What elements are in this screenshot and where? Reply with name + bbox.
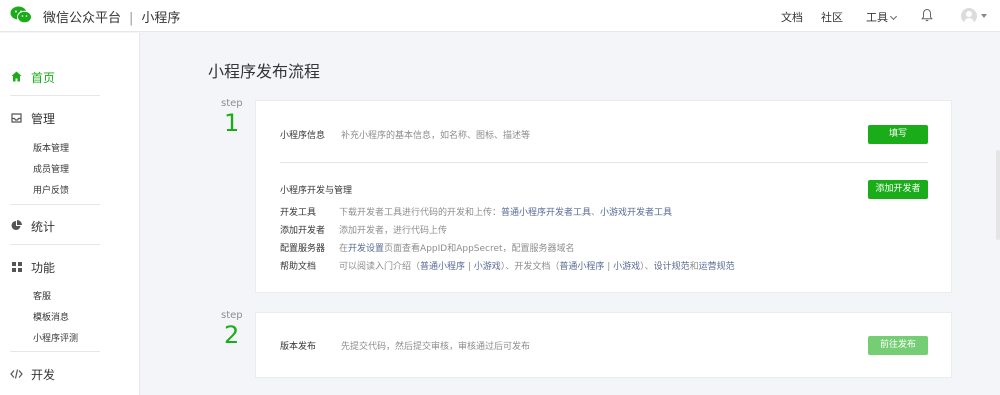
nav-tools-label: 工具 bbox=[866, 11, 888, 24]
docs-game-link[interactable]: 小游戏 bbox=[613, 262, 640, 272]
product-name: 小程序 bbox=[141, 11, 181, 26]
go-release-button[interactable]: 前往发布 bbox=[868, 336, 928, 355]
avatar-icon[interactable] bbox=[961, 8, 977, 24]
scrollbar[interactable] bbox=[996, 150, 1000, 240]
sidebar-divider bbox=[10, 244, 100, 245]
sidebar-item-dev[interactable]: 开发 bbox=[10, 366, 55, 383]
dev-tools-desc: 下载开发者工具进行代码的开发和上传： bbox=[339, 208, 502, 218]
operation-guide-link[interactable]: 运营规范 bbox=[699, 262, 735, 272]
mini-program-info-label: 小程序信息 bbox=[280, 131, 326, 141]
sidebar-item-label: 功能 bbox=[31, 261, 56, 275]
chevron-down-icon bbox=[889, 12, 898, 21]
nav-tools[interactable]: 工具 bbox=[866, 9, 898, 25]
bell-icon[interactable] bbox=[921, 8, 933, 22]
add-developer-label: 添加开发者 bbox=[280, 226, 326, 236]
step2-card: 版本发布 先提交代码，然后提交审核，审核通过后可发布 前往发布 bbox=[255, 312, 952, 378]
top-bar: 微信公众平台 | 小程序 文档 社区 工具 bbox=[0, 0, 1000, 32]
step-number: 1 bbox=[224, 109, 240, 137]
brand-name: 微信公众平台 bbox=[43, 11, 122, 26]
design-guide-link[interactable]: 设计规范 bbox=[654, 262, 690, 272]
card-divider bbox=[280, 162, 928, 163]
add-developer-button[interactable]: 添加开发者 bbox=[868, 180, 928, 199]
server-config-text: 在开发设置页面查看AppID和AppSecret，配置服务器域名 bbox=[339, 241, 575, 254]
sidebar-divider bbox=[10, 95, 100, 96]
server-config-desc: 页面查看AppID和AppSecret，配置服务器域名 bbox=[384, 244, 575, 254]
code-icon bbox=[10, 368, 23, 382]
wechat-logo-icon[interactable] bbox=[10, 6, 32, 24]
help-text: ）、 bbox=[640, 262, 654, 272]
home-icon bbox=[10, 71, 23, 85]
sidebar-subitem-customer-service[interactable]: 客服 bbox=[33, 289, 51, 302]
help-docs-label: 帮助文档 bbox=[280, 262, 317, 272]
separator: 、 bbox=[591, 208, 601, 218]
sidebar-item-label: 管理 bbox=[31, 112, 56, 126]
help-text: ）、开发文档（ bbox=[500, 262, 560, 272]
sidebar-divider bbox=[10, 204, 100, 205]
sidebar-subitem-feedback[interactable]: 用户反馈 bbox=[33, 183, 69, 196]
help-text: | bbox=[465, 262, 474, 272]
nav-docs[interactable]: 文档 bbox=[781, 9, 803, 25]
normal-devtool-link[interactable]: 普通小程序开发者工具 bbox=[501, 208, 591, 218]
add-developer-text: 添加开发者，进行代码上传 bbox=[339, 226, 448, 236]
pie-chart-icon bbox=[10, 220, 23, 234]
dev-manage-label: 小程序开发与管理 bbox=[280, 186, 353, 196]
dev-tools-label: 开发工具 bbox=[280, 208, 317, 218]
brand-separator: | bbox=[129, 11, 134, 26]
sidebar-subitem-template-message[interactable]: 模板消息 bbox=[33, 310, 69, 323]
inbox-icon bbox=[10, 112, 23, 126]
sidebar-item-label: 统计 bbox=[31, 220, 56, 234]
caret-down-icon[interactable] bbox=[981, 14, 987, 18]
sidebar-subitem-members[interactable]: 成员管理 bbox=[33, 162, 69, 175]
sidebar-item-label: 首页 bbox=[31, 71, 56, 85]
sidebar-item-manage[interactable]: 管理 bbox=[10, 110, 55, 127]
help-text: 和 bbox=[689, 262, 699, 272]
sidebar-item-features[interactable]: 功能 bbox=[10, 259, 55, 276]
fill-in-button[interactable]: 填写 bbox=[868, 125, 928, 144]
intro-game-link[interactable]: 小游戏 bbox=[474, 262, 501, 272]
step-label: step bbox=[221, 98, 243, 109]
help-text: | bbox=[604, 262, 614, 272]
page-title: 小程序发布流程 bbox=[208, 62, 321, 81]
version-release-label: 版本发布 bbox=[280, 342, 317, 352]
sidebar-subitem-evaluation[interactable]: 小程序评测 bbox=[33, 331, 78, 344]
server-config-label: 配置服务器 bbox=[280, 244, 326, 254]
step-number: 2 bbox=[224, 321, 240, 349]
intro-normal-link[interactable]: 普通小程序 bbox=[420, 262, 465, 272]
nav-community[interactable]: 社区 bbox=[821, 9, 843, 25]
docs-normal-link[interactable]: 普通小程序 bbox=[559, 262, 604, 272]
help-text: 可以阅读入门介绍（ bbox=[339, 262, 421, 272]
game-devtool-link[interactable]: 小游戏开发者工具 bbox=[600, 208, 672, 218]
sidebar: 首页 管理 版本管理 成员管理 用户反馈 统计 功能 客服 模板消息 小程序评测… bbox=[0, 33, 140, 395]
brand-title[interactable]: 微信公众平台 | 小程序 bbox=[43, 7, 180, 26]
mini-program-info-desc: 补充小程序的基本信息，如名称、图标、描述等 bbox=[341, 131, 531, 141]
version-release-desc: 先提交代码，然后提交审核，审核通过后可发布 bbox=[341, 342, 531, 352]
step-label: step bbox=[221, 310, 243, 321]
sidebar-item-label: 开发 bbox=[31, 368, 56, 382]
sidebar-divider bbox=[10, 351, 100, 352]
dev-tools-text: 下载开发者工具进行代码的开发和上传：普通小程序开发者工具、小游戏开发者工具 bbox=[339, 205, 672, 218]
dev-settings-link[interactable]: 开发设置 bbox=[348, 244, 384, 254]
grid-icon bbox=[10, 261, 23, 275]
step1-card: 小程序信息 补充小程序的基本信息，如名称、图标、描述等 填写 小程序开发与管理 … bbox=[255, 100, 952, 293]
help-docs-text: 可以阅读入门介绍（普通小程序 | 小游戏）、开发文档（普通小程序 | 小游戏）、… bbox=[339, 259, 735, 272]
server-config-pre: 在 bbox=[339, 244, 349, 254]
sidebar-subitem-version[interactable]: 版本管理 bbox=[33, 141, 69, 154]
sidebar-item-stats[interactable]: 统计 bbox=[10, 218, 55, 235]
sidebar-item-home[interactable]: 首页 bbox=[10, 69, 55, 86]
